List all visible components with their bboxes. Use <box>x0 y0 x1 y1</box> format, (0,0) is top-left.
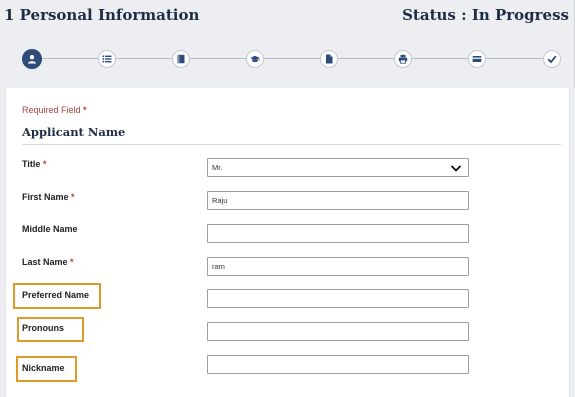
last-name-required-star: * <box>70 257 74 267</box>
title-required-star: * <box>42 159 47 169</box>
page-title: 1 Personal Information <box>4 6 200 24</box>
section-divider <box>22 144 561 145</box>
step-4[interactable] <box>246 50 264 68</box>
preferred-name-input[interactable] <box>207 289 469 308</box>
book-icon <box>177 54 185 64</box>
middle-name-input[interactable] <box>207 224 469 243</box>
step-7[interactable] <box>468 50 486 68</box>
middle-name-label: Middle Name <box>22 224 78 234</box>
page-header: 1 Personal Information Status : In Progr… <box>0 0 575 88</box>
applicant-form-panel: Required Field * Applicant Name Title * … <box>5 88 570 397</box>
graduation-cap-icon <box>250 55 260 63</box>
title-label: Title * <box>22 159 46 169</box>
last-name-label-text: Last Name <box>22 257 68 267</box>
step-6[interactable] <box>394 50 412 68</box>
last-name-value: ram <box>212 262 225 271</box>
last-name-input[interactable]: ram <box>207 257 469 276</box>
check-icon <box>547 55 557 64</box>
last-name-label: Last Name * <box>22 257 74 267</box>
required-note-text: Required Field <box>22 105 81 115</box>
chevron-down-icon <box>450 165 462 172</box>
first-name-required-star: * <box>71 192 75 202</box>
document-icon <box>326 54 333 64</box>
user-icon <box>28 55 36 64</box>
first-name-label-text: First Name <box>22 192 69 202</box>
step-2[interactable] <box>98 50 116 68</box>
title-label-text: Title <box>22 159 41 169</box>
nickname-label: Nickname <box>22 363 65 373</box>
section-title: Applicant Name <box>22 125 126 139</box>
step-5[interactable] <box>320 50 338 68</box>
title-select[interactable]: Mr. <box>207 158 469 177</box>
preferred-name-label: Preferred Name <box>22 290 90 300</box>
list-icon <box>102 55 112 63</box>
step-personal-info[interactable] <box>22 49 42 69</box>
required-star: * <box>83 105 87 115</box>
payment-card-icon <box>472 56 482 62</box>
printer-icon <box>398 54 408 64</box>
pronouns-label: Pronouns <box>22 323 64 333</box>
nickname-input[interactable] <box>207 355 469 374</box>
progress-stepper <box>0 44 575 74</box>
status-text: Status : In Progress <box>402 6 569 24</box>
pronouns-input[interactable] <box>207 322 469 341</box>
step-3[interactable] <box>172 50 190 68</box>
first-name-input[interactable]: Raju <box>207 191 469 210</box>
required-field-note: Required Field * <box>22 105 87 115</box>
first-name-value: Raju <box>212 196 228 205</box>
title-select-value: Mr. <box>212 163 223 172</box>
step-8[interactable] <box>543 50 561 68</box>
first-name-label: First Name * <box>22 192 75 202</box>
